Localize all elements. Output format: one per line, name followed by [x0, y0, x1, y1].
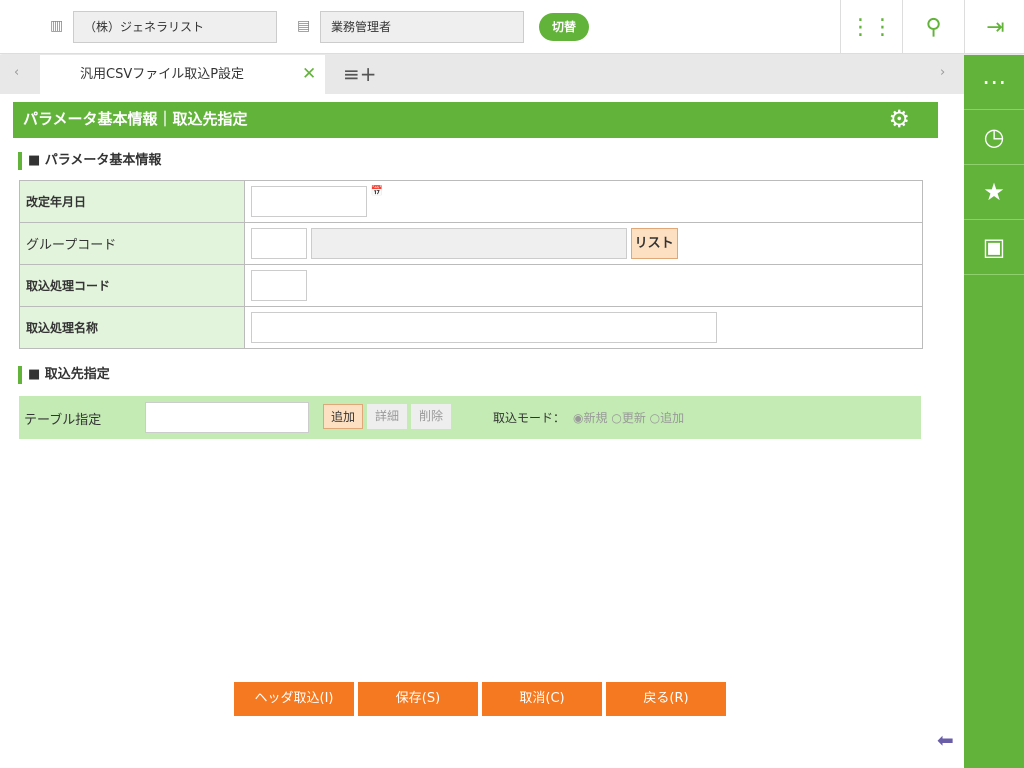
collapse-arrow-icon[interactable]: ⬅ — [937, 728, 954, 752]
top-bar: ▥ （株）ジェネラリスト ▤ 業務管理者 切替 ⋮⋮ ⚲ ⇥ — [0, 0, 1024, 54]
header-import-button[interactable]: ヘッダ取込(I) — [234, 682, 354, 716]
process-code-input[interactable] — [251, 270, 307, 301]
more-icon[interactable]: ⋯ — [964, 55, 1024, 110]
clipboard-icon: ▤ — [297, 18, 311, 34]
inbox-icon[interactable]: ▣ — [964, 220, 1024, 275]
star-icon[interactable]: ★ — [964, 165, 1024, 220]
group-name-field — [310, 228, 627, 259]
parameter-table: 改定年月日 📅 グループコード リスト 取込処理コード 取込処理名称 — [19, 180, 923, 349]
radio-append[interactable]: ○ — [650, 411, 660, 425]
row-label: 取込処理コード — [19, 264, 245, 307]
tab-csv-import[interactable]: 汎用CSVファイル取込P設定 ✕ — [40, 55, 325, 94]
revision-date-input[interactable] — [251, 186, 367, 217]
save-button[interactable]: 保存(S) — [358, 682, 478, 716]
gear-icon[interactable]: ⚙ — [888, 102, 910, 136]
radio-update[interactable]: ○ — [611, 411, 621, 425]
page-title-text: パラメータ基本情報｜取込先指定 — [23, 110, 248, 128]
tab-label: 汎用CSVファイル取込P設定 — [80, 67, 245, 82]
back-button[interactable]: 戻る(R) — [606, 682, 726, 716]
radio-label: 追加 — [660, 411, 685, 425]
logout-icon[interactable]: ⇥ — [964, 0, 1024, 54]
right-sidebar: ⋯ ◷ ★ ▣ — [964, 55, 1024, 768]
role-field[interactable]: 業務管理者 — [320, 11, 524, 43]
add-tab-icon[interactable]: ≡+ — [343, 62, 377, 86]
section-title: ■ パラメータ基本情報 — [18, 152, 161, 170]
tab-next-icon[interactable]: › — [940, 65, 945, 80]
process-name-input[interactable] — [251, 312, 717, 343]
cancel-button[interactable]: 取消(C) — [482, 682, 602, 716]
table-label: テーブル指定 — [24, 413, 102, 428]
switch-button[interactable]: 切替 — [539, 13, 589, 41]
search-icon[interactable]: ⚲ — [902, 0, 964, 54]
row-label: 改定年月日 — [19, 180, 245, 223]
apps-grid-icon[interactable]: ⋮⋮ — [840, 0, 902, 54]
radio-label: 新規 — [583, 411, 608, 425]
radio-new[interactable]: ◉ — [573, 411, 583, 425]
section-title: ■ 取込先指定 — [18, 366, 110, 384]
table-spec-bar: テーブル指定 追加 詳細 削除 取込モード： ◉新規 ○更新 ○追加 — [19, 396, 921, 439]
detail-button[interactable]: 詳細 — [367, 404, 407, 429]
group-code-input[interactable] — [251, 228, 307, 259]
tab-prev-icon[interactable]: ‹ — [14, 65, 19, 80]
add-button[interactable]: 追加 — [323, 404, 363, 429]
radio-label: 更新 — [621, 411, 646, 425]
table-input[interactable] — [145, 402, 309, 433]
close-icon[interactable]: ✕ — [302, 55, 316, 94]
calendar-icon[interactable]: 📅 — [371, 186, 383, 197]
building-icon: ▥ — [50, 18, 64, 34]
row-label: グループコード — [19, 222, 245, 265]
company-field[interactable]: （株）ジェネラリスト — [73, 11, 277, 43]
mode-label: 取込モード： — [493, 411, 566, 425]
tab-bar: ‹ 汎用CSVファイル取込P設定 ✕ ≡+ › — [0, 55, 964, 94]
delete-button[interactable]: 削除 — [411, 404, 451, 429]
history-icon[interactable]: ◷ — [964, 110, 1024, 165]
row-label: 取込処理名称 — [19, 306, 245, 349]
page-title: パラメータ基本情報｜取込先指定 ⚙ — [13, 102, 938, 138]
list-button[interactable]: リスト — [630, 228, 678, 259]
